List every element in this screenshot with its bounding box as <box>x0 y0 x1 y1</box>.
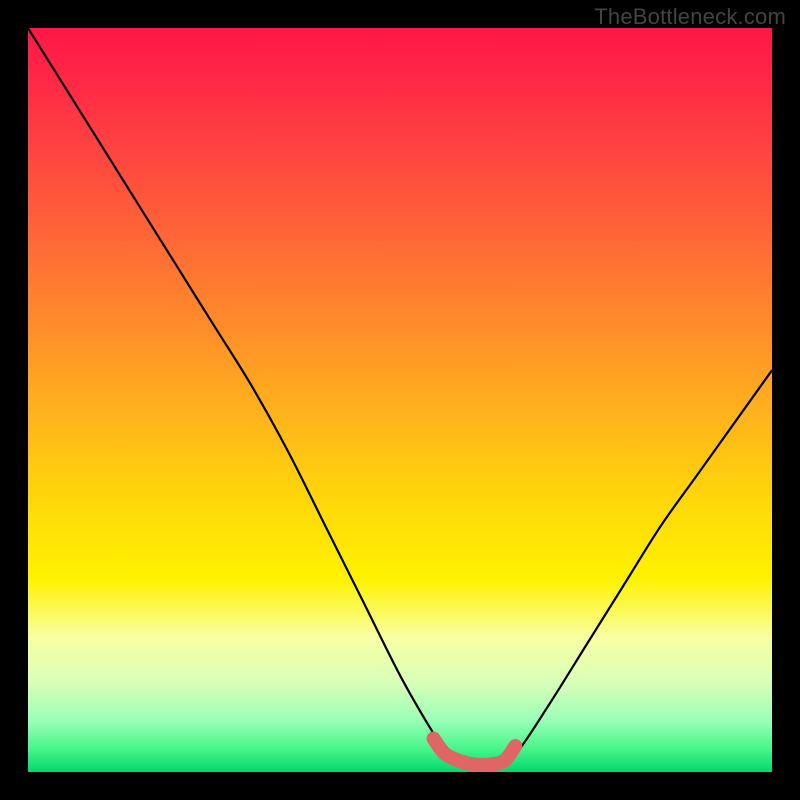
watermark-text: TheBottleneck.com <box>594 4 786 30</box>
chart-frame: TheBottleneck.com <box>0 0 800 800</box>
plot-area <box>28 28 772 772</box>
bottleneck-curve-svg <box>28 28 772 772</box>
trough-marker-line <box>434 739 516 766</box>
bottleneck-curve-line <box>28 28 772 765</box>
